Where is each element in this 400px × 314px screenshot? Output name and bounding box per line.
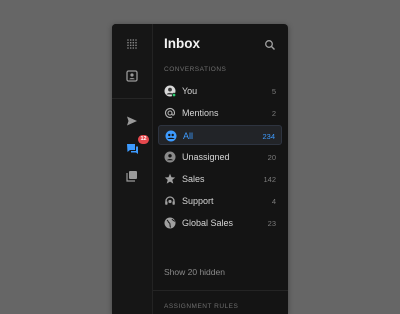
inbox-item-support[interactable]: Support 4: [158, 191, 282, 211]
inbox-window: Inbox CONVERSATIONS You 5 Mentions 2 All…: [112, 24, 288, 314]
globe-icon: [164, 217, 176, 229]
show-hidden-link[interactable]: Show 20 hidden: [164, 267, 225, 277]
inbox-item-you[interactable]: You 5: [158, 81, 282, 101]
at-icon: [164, 107, 176, 119]
inbox-item-label: Support: [182, 196, 214, 206]
unread-badge: 12: [138, 135, 149, 144]
inbox-panel: Inbox CONVERSATIONS You 5 Mentions 2 All…: [153, 24, 288, 314]
assignment-rules-section-label: ASSIGNMENT RULES: [164, 303, 239, 310]
inbox-item-count: 5: [271, 87, 276, 96]
inbox-item-label: All: [183, 131, 194, 141]
avatar: [164, 85, 176, 97]
inbox-item-global-sales[interactable]: Global Sales 23: [158, 213, 282, 233]
inbox-item-count: 23: [267, 219, 276, 228]
contacts-icon[interactable]: [124, 68, 140, 84]
icon-rail: [112, 24, 153, 314]
send-icon[interactable]: [124, 113, 140, 129]
inbox-item-count: 20: [267, 153, 276, 162]
inbox-item-label: Mentions: [182, 108, 219, 118]
inbox-item-label: Unassigned: [182, 152, 230, 162]
inbox-item-unassigned[interactable]: Unassigned 20: [158, 147, 282, 167]
page-title: Inbox: [164, 36, 200, 51]
inbox-item-count: 142: [263, 175, 276, 184]
rail-divider: [112, 98, 152, 99]
inbox-item-mentions[interactable]: Mentions 2: [158, 103, 282, 123]
support-icon: [164, 195, 176, 207]
grid-icon[interactable]: [124, 36, 140, 52]
inbox-item-sales[interactable]: Sales 142: [158, 169, 282, 189]
inbox-item-label: Global Sales: [182, 218, 234, 228]
section-divider: [153, 290, 288, 291]
team-icon: [165, 130, 177, 142]
star-icon: [164, 173, 176, 185]
inbox-item-count: 2: [271, 109, 276, 118]
inbox-item-count: 4: [271, 197, 276, 206]
library-icon[interactable]: [124, 168, 140, 184]
conversations-section-label: CONVERSATIONS: [164, 66, 227, 73]
inbox-item-count: 234: [262, 132, 275, 141]
inbox-item-all[interactable]: All 234: [158, 125, 282, 145]
inbox-item-label: Sales: [182, 174, 205, 184]
chat-icon[interactable]: [124, 141, 140, 157]
search-icon[interactable]: [264, 38, 276, 50]
user-circle-icon: [164, 151, 176, 163]
inbox-item-label: You: [182, 86, 198, 96]
